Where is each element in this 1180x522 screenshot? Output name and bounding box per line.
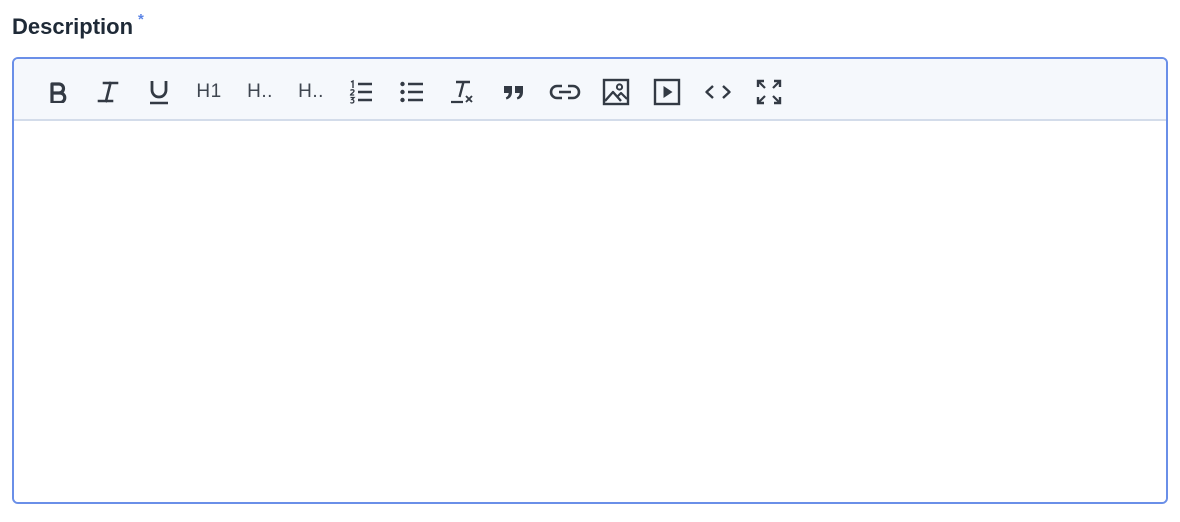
bold-button[interactable] bbox=[41, 76, 75, 108]
heading2-label: H.. bbox=[247, 81, 273, 102]
link-icon bbox=[549, 84, 581, 100]
blockquote-button[interactable] bbox=[497, 76, 531, 108]
description-label: Description bbox=[12, 14, 134, 39]
italic-button[interactable] bbox=[91, 76, 125, 108]
heading2-button[interactable]: H.. bbox=[243, 76, 277, 108]
fullscreen-button[interactable] bbox=[752, 76, 786, 108]
bullet-list-button[interactable] bbox=[395, 76, 429, 108]
clear-format-icon bbox=[451, 80, 473, 104]
bullet-list-icon bbox=[400, 81, 423, 103]
code-button[interactable] bbox=[701, 76, 735, 108]
editor-toolbar: H1 H.. H.. bbox=[14, 59, 1166, 121]
ordered-list-button[interactable] bbox=[344, 76, 378, 108]
rich-text-editor: H1 H.. H.. bbox=[12, 57, 1168, 504]
underline-icon bbox=[150, 81, 168, 105]
heading3-button[interactable]: H.. bbox=[294, 76, 328, 108]
video-play-icon bbox=[653, 78, 681, 106]
required-asterisk: * bbox=[138, 11, 144, 28]
editor-content-area[interactable] bbox=[14, 121, 1166, 502]
underline-button[interactable] bbox=[142, 76, 176, 108]
image-icon bbox=[602, 78, 630, 106]
bold-icon bbox=[50, 82, 67, 103]
quote-icon bbox=[504, 86, 523, 100]
video-button[interactable] bbox=[650, 76, 684, 108]
heading1-button[interactable]: H1 bbox=[192, 76, 226, 108]
link-button[interactable] bbox=[548, 76, 582, 108]
italic-icon bbox=[97, 81, 119, 103]
code-icon bbox=[705, 85, 731, 99]
heading1-label: H1 bbox=[196, 81, 222, 102]
field-label: Description * bbox=[12, 12, 144, 42]
image-button[interactable] bbox=[599, 76, 633, 108]
fullscreen-icon bbox=[756, 79, 782, 105]
heading3-label: H.. bbox=[298, 81, 324, 102]
ordered-list-icon bbox=[349, 79, 372, 104]
clear-format-button[interactable] bbox=[446, 76, 480, 108]
